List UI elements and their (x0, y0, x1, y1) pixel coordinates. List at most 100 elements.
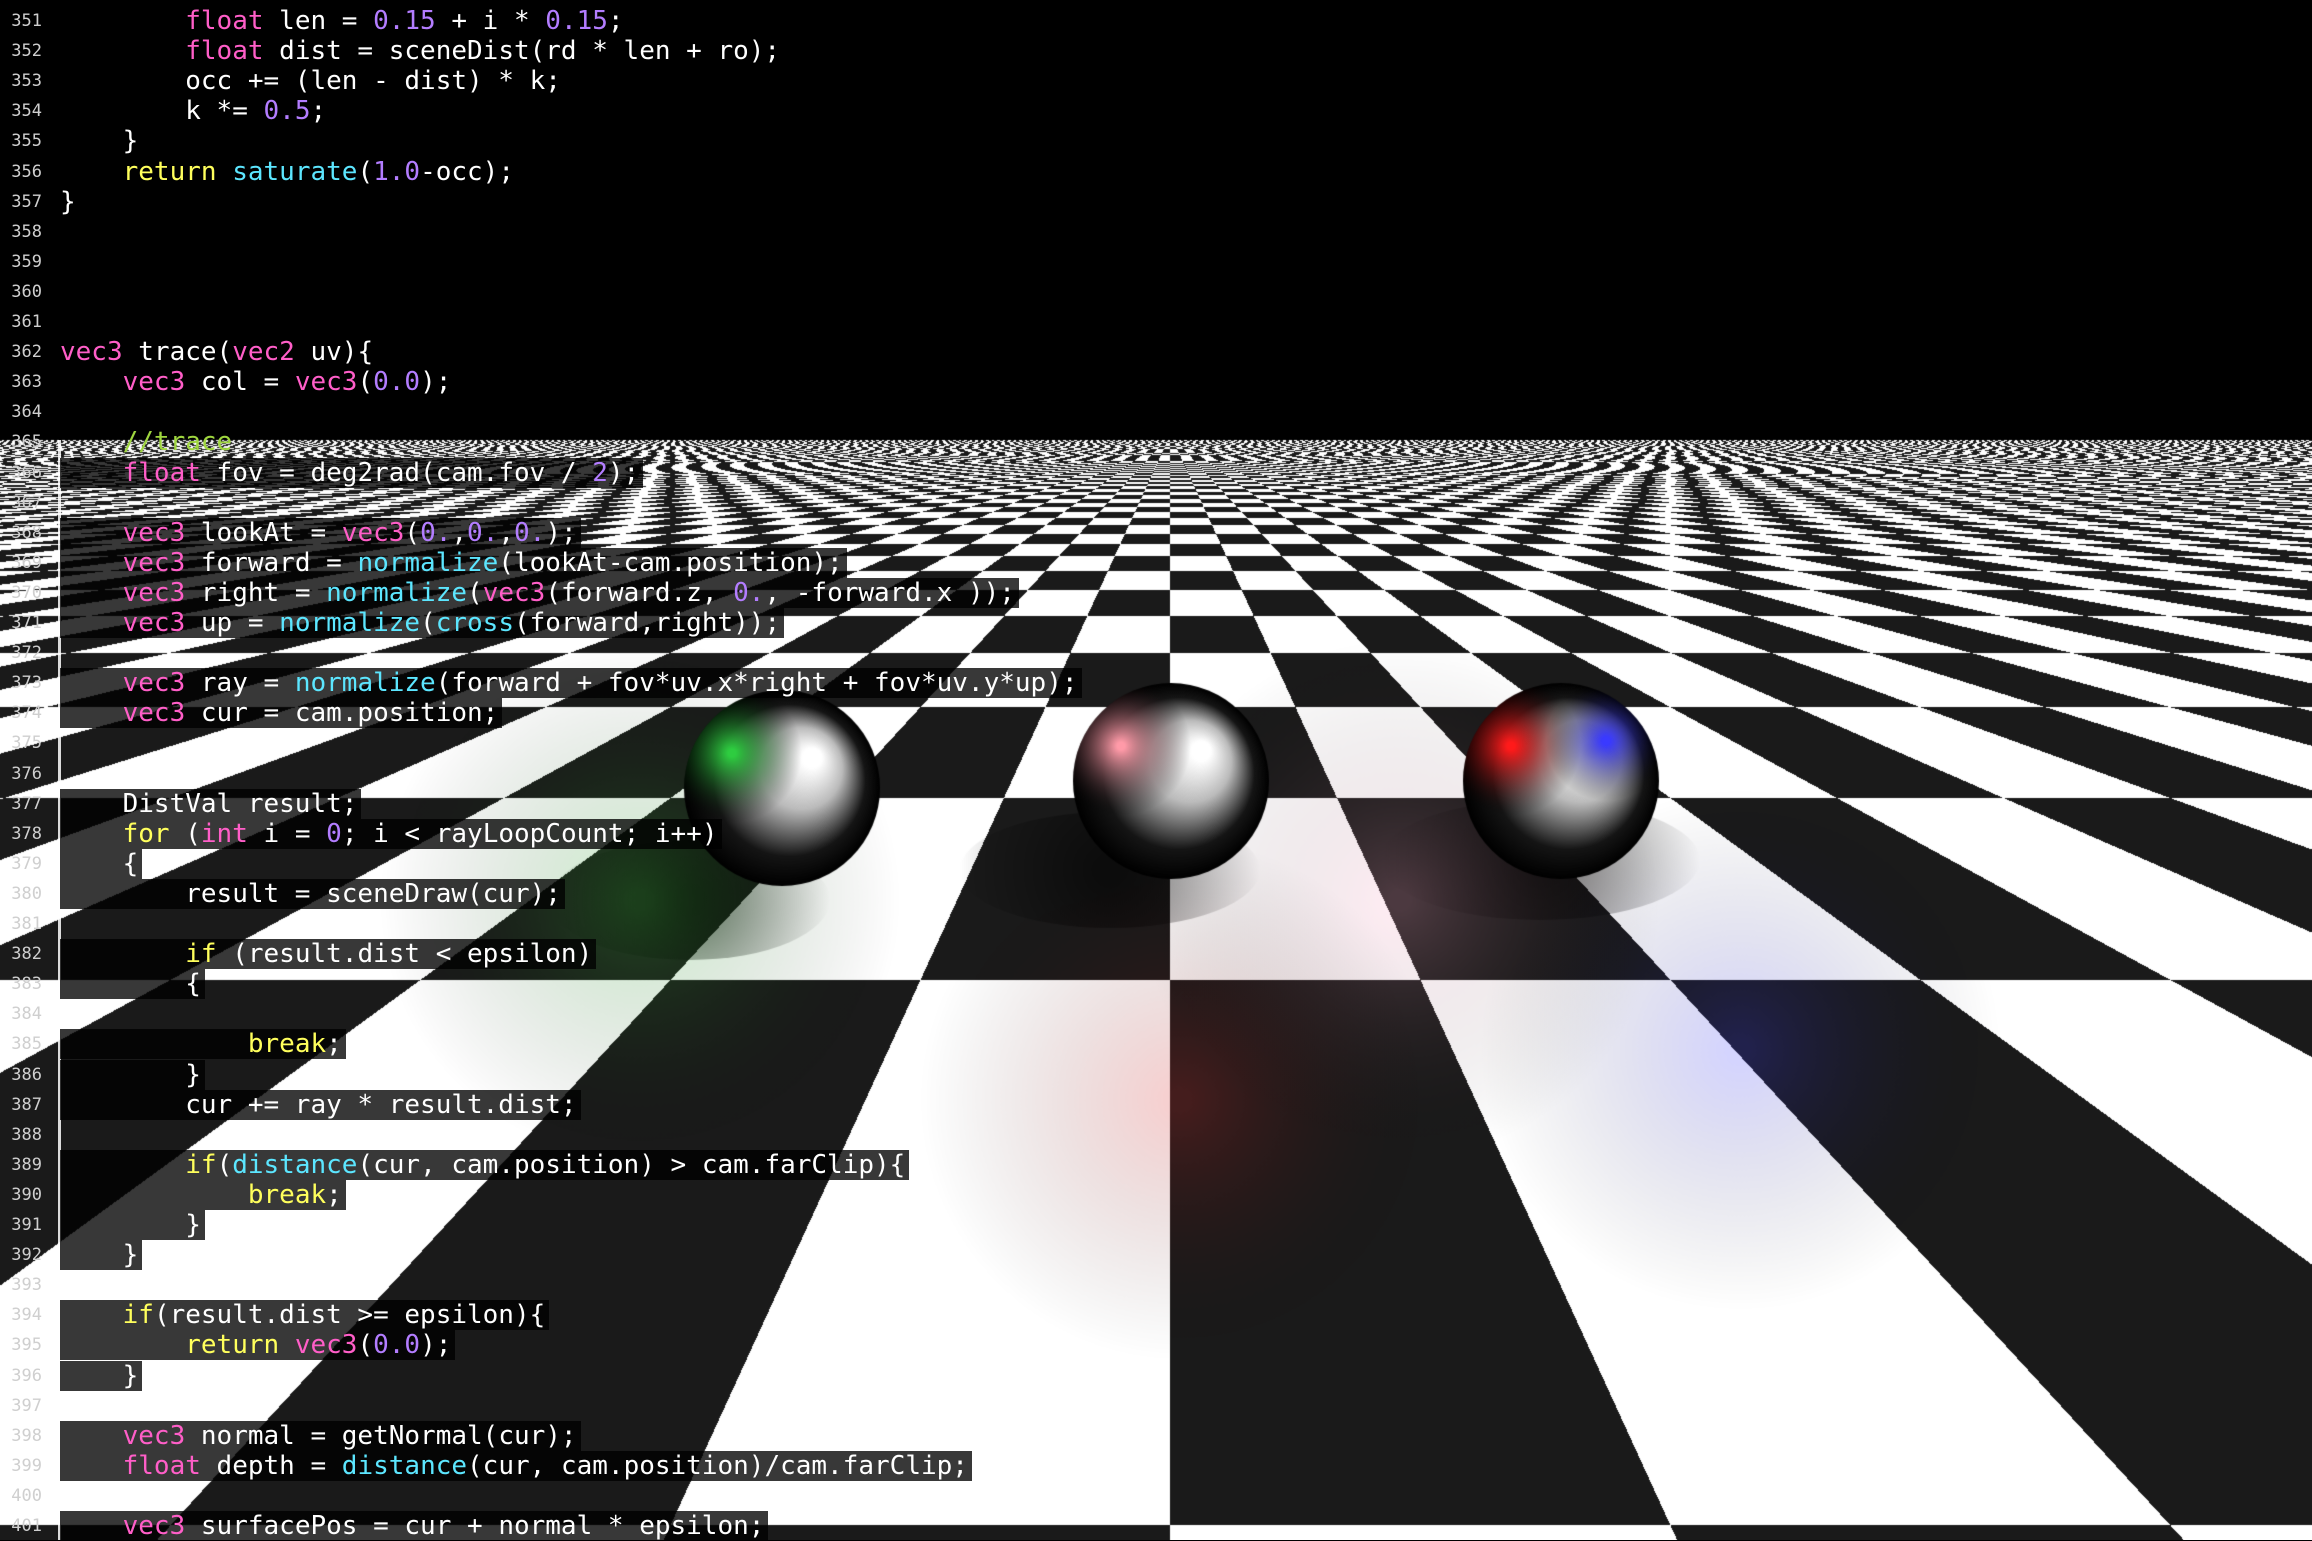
code-token-num: 1.0 (373, 156, 421, 187)
line-number: 375 (11, 733, 42, 754)
code-token-type: vec2 (232, 337, 295, 368)
line-number: 359 (11, 251, 42, 272)
code-text: { (60, 848, 143, 879)
code-text: k *= 0.5; (122, 96, 327, 127)
code-token-fn: normalize (357, 547, 499, 578)
code-text: if(result.dist >= epsilon){ (60, 1300, 550, 1331)
code-token-type: vec3 (122, 1420, 186, 1451)
code-token-kw: for (122, 818, 170, 849)
code-token-type: vec3 (122, 668, 186, 699)
code-token-kw: if (185, 1149, 217, 1180)
line-number: 386 (11, 1064, 42, 1085)
code-token-type: vec3 (122, 577, 186, 608)
code-token-num: 0.15 (545, 6, 608, 36)
code-text: vec3 trace(vec2 uv){ (60, 337, 374, 368)
code-token-type: vec3 (294, 1330, 358, 1361)
code-text: { (60, 969, 205, 1000)
code-editor[interactable]: 351 float len = 0.15 + i * 0.15; 352 floa… (0, 0, 2312, 1541)
code-text: //trace (60, 427, 236, 457)
code-text: vec3 cur = cam.position; (60, 698, 503, 729)
code-token-fn: distance (341, 1450, 468, 1481)
code-token-type: float (122, 36, 264, 67)
line-number: 389 (11, 1154, 42, 1175)
line-number: 392 (11, 1245, 42, 1266)
code-token-type: float (122, 1450, 201, 1481)
code-token-fn: cross (435, 608, 514, 638)
line-number: 374 (11, 703, 42, 724)
code-token-num: 0.0 (373, 1330, 421, 1361)
code-text: vec3 surfacePos = cur + normal * epsilon… (60, 1511, 769, 1541)
code-token-kw: if (122, 1300, 154, 1331)
code-token-num: 0 (326, 818, 342, 849)
code-text: } (60, 1059, 205, 1090)
line-number: 362 (11, 342, 42, 363)
code-text: break; (60, 1029, 346, 1060)
line-number: 384 (11, 1004, 42, 1025)
code-token-fn: normalize (294, 668, 436, 699)
code-token-type: float (122, 6, 264, 36)
line-number: 373 (11, 673, 42, 694)
line-number: 396 (11, 1365, 42, 1386)
line-number: 358 (11, 221, 42, 242)
code-text: DistVal result; (60, 788, 362, 819)
line-number: 376 (11, 763, 42, 784)
line-number: 361 (11, 312, 42, 332)
line-number: 369 (11, 552, 42, 573)
line-number: 356 (11, 161, 42, 182)
code-token-kw: return (185, 1330, 280, 1361)
code-text: } (122, 126, 139, 157)
code-text: occ += (len - dist) * k; (122, 66, 561, 97)
code-text: float depth = distance(cur, cam.position… (60, 1450, 972, 1481)
code-token-fn: distance (232, 1149, 358, 1180)
code-token-num: 0.0 (373, 367, 421, 398)
code-token-kw: return (122, 156, 217, 187)
line-number: 390 (11, 1184, 42, 1205)
code-token-type: int (200, 818, 248, 849)
line-number: 381 (11, 914, 42, 934)
line-number: 380 (11, 883, 42, 904)
code-text: vec3 lookAt = vec3(0.,0.,0.); (60, 517, 581, 548)
code-token-num: 0. (733, 577, 765, 608)
line-number: 355 (11, 131, 42, 152)
code-token-type: float (122, 457, 201, 488)
code-token-type: vec3 (122, 608, 186, 638)
code-token-type: vec3 (122, 367, 186, 398)
code-token-type: vec3 (122, 517, 186, 548)
line-number: 391 (11, 1215, 42, 1235)
line-number: 353 (11, 71, 42, 92)
line-number: 364 (11, 402, 42, 423)
code-token-type: vec3 (122, 698, 186, 729)
code-text: } (60, 1240, 143, 1271)
code-token-num: 0. (514, 517, 546, 548)
code-token-num: 0. (420, 517, 452, 548)
code-text: return vec3(0.0); (60, 1330, 456, 1361)
line-number: 370 (11, 582, 42, 603)
code-token-type: vec3 (341, 517, 405, 548)
code-text: vec3 col = vec3(0.0); (122, 367, 452, 398)
code-token-fn: saturate (232, 156, 358, 187)
code-text: vec3 ray = normalize(forward + fov*uv.x*… (60, 668, 1082, 699)
code-token-kw: if (185, 939, 217, 970)
line-number: 394 (11, 1305, 42, 1326)
line-number: 372 (11, 643, 42, 664)
line-number: 400 (11, 1485, 42, 1506)
line-number: 367 (11, 492, 42, 513)
code-token-num: 0. (467, 517, 499, 548)
code-text: if(distance(cur, cam.position) > cam.far… (60, 1149, 910, 1180)
code-text: cur += ray * result.dist; (60, 1089, 581, 1120)
code-text: } (60, 1210, 205, 1240)
code-text: if (result.dist < epsilon) (60, 939, 597, 970)
code-text: float dist = sceneDist(rd * len + ro); (122, 36, 781, 67)
code-token-cm: //trace (122, 427, 233, 458)
code-text: return saturate(1.0-occ); (122, 156, 514, 187)
code-token-fn: normalize (326, 577, 468, 608)
line-number: 382 (11, 944, 42, 965)
line-number: 378 (11, 823, 42, 844)
line-number: 383 (11, 974, 42, 995)
line-number: 377 (11, 793, 42, 814)
code-text: vec3 forward = normalize(lookAt-cam.posi… (60, 547, 847, 578)
code-token-fn: normalize (279, 608, 421, 638)
line-number: 357 (11, 191, 42, 212)
line-number: 354 (11, 101, 42, 122)
line-number: 397 (11, 1395, 42, 1416)
